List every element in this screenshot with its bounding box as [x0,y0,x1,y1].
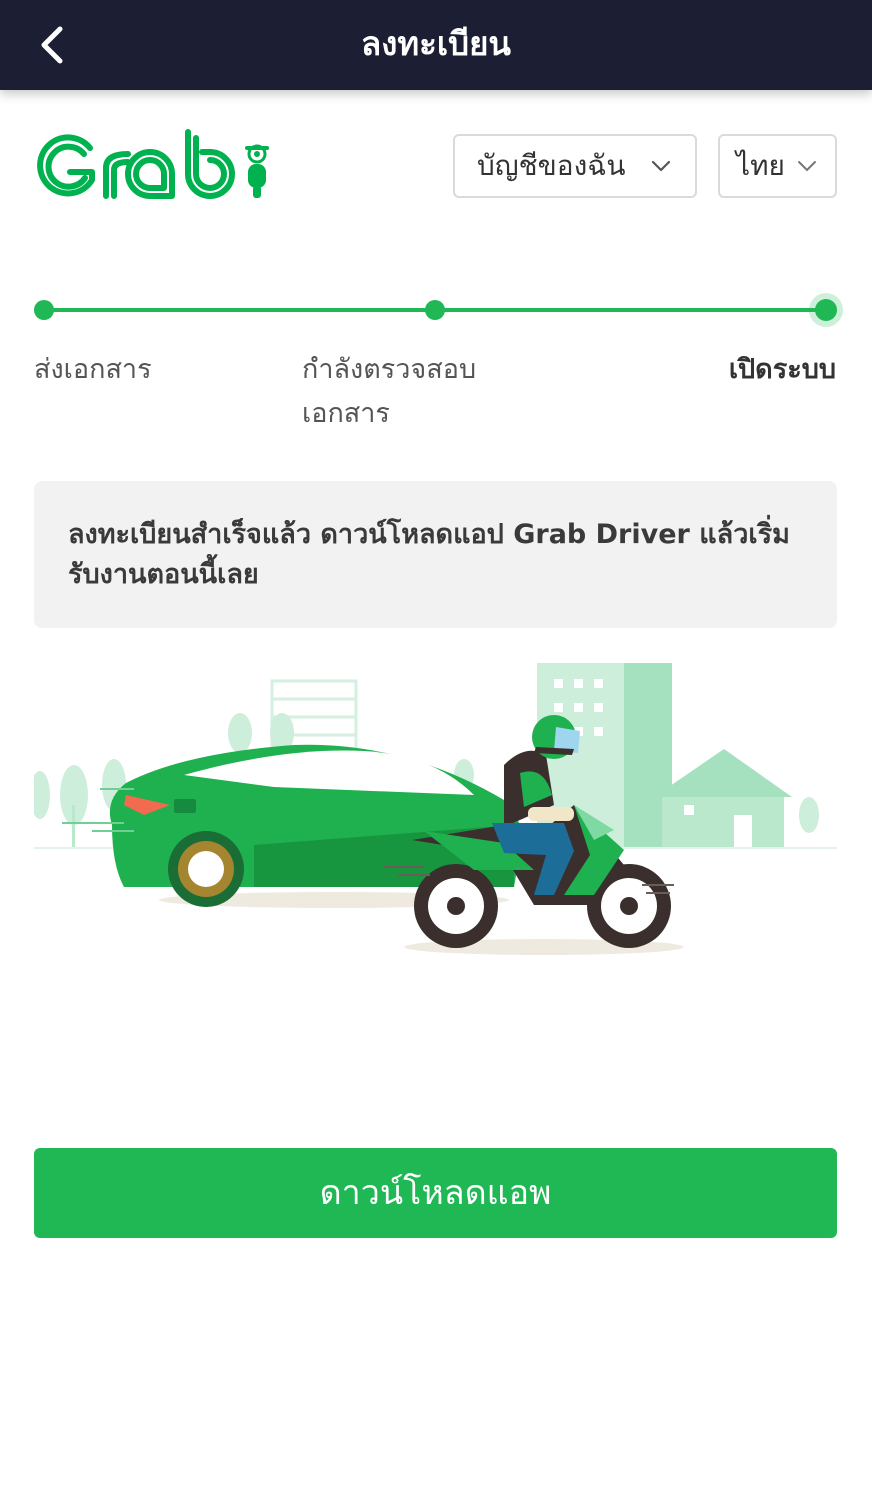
car-and-motorbike-illustration [34,663,837,955]
grab-logo [32,128,282,208]
step-label-reviewing-documents: กำลังตรวจสอบ เอกสาร [302,354,477,429]
app-bar: ลงทะเบียน [0,0,872,90]
account-dropdown-value: บัญชีของฉัน [477,149,626,182]
scooter-icon [245,144,269,198]
account-dropdown[interactable]: บัญชีของฉัน [453,134,697,198]
step-dot-1 [34,300,54,320]
success-notice-text: ลงทะเบียนสำเร็จแล้ว ดาวน์โหลดแอป Grab Dr… [68,519,790,590]
step-label-submit-documents: ส่งเอกสาร [34,354,152,385]
language-dropdown[interactable]: ไทย [718,134,837,198]
chevron-down-icon [798,161,816,171]
progress-stepper [34,293,843,327]
step-label-activate: เปิดระบบ [728,354,836,385]
page-title: ลงทะเบียน [361,24,511,63]
language-dropdown-value: ไทย [736,149,785,182]
download-app-button[interactable]: ดาวน์โหลดแอพ [34,1148,837,1238]
step-dot-2 [425,300,445,320]
success-notice: ลงทะเบียนสำเร็จแล้ว ดาวน์โหลดแอป Grab Dr… [34,481,837,628]
grab-logo-mark [37,129,269,199]
step-dot-3 [815,299,837,321]
chevron-down-icon [651,160,671,172]
